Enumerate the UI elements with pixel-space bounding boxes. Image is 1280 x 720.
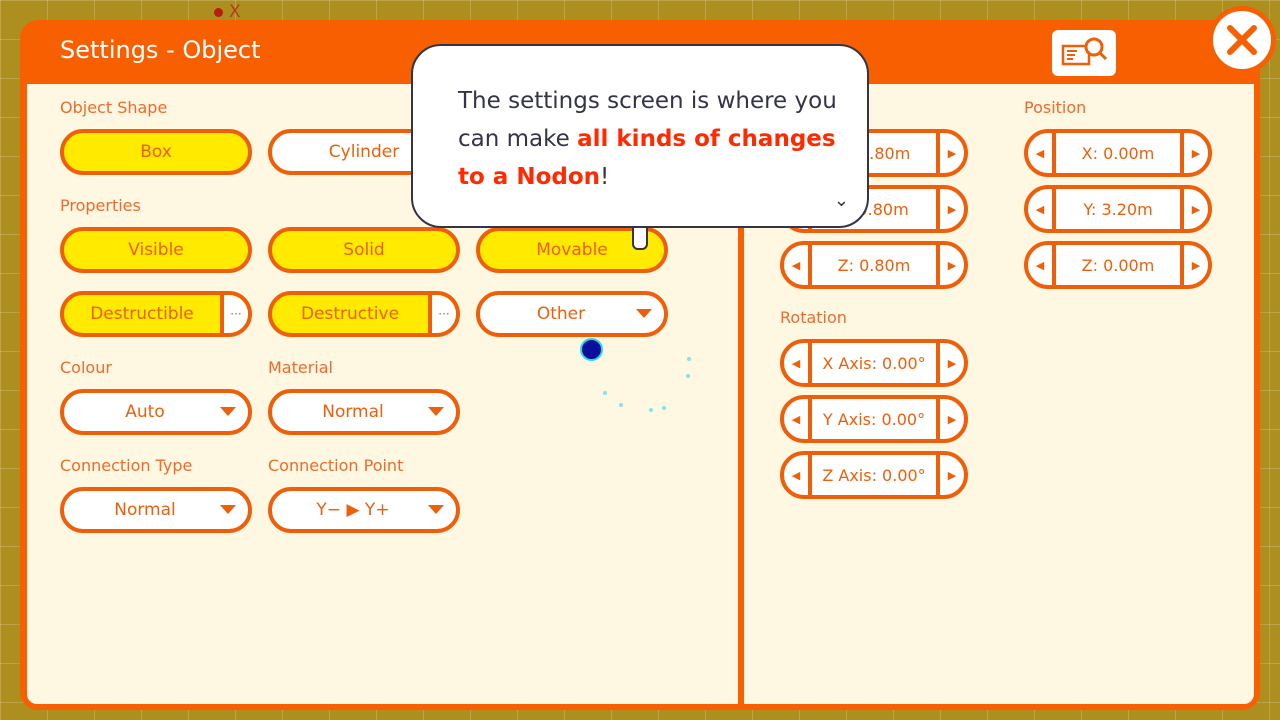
solid-label: Solid: [343, 240, 385, 260]
position-y-stepper[interactable]: ◀ Y: 3.20m ▶: [1024, 185, 1212, 233]
axis-label: X: [229, 2, 241, 22]
destructive-label: Destructive: [300, 304, 400, 324]
increment-arrow-icon[interactable]: ▶: [936, 133, 964, 173]
dropdown-arrow-icon: [636, 309, 652, 318]
increment-arrow-icon[interactable]: ▶: [1180, 133, 1208, 173]
close-icon: [1227, 25, 1257, 55]
tooltip-text-end: !: [600, 164, 610, 190]
dropdown-arrow-icon: [220, 407, 236, 416]
sparkle: [603, 391, 607, 395]
position-label: Position: [1024, 98, 1087, 117]
connection-point-label: Connection Point: [268, 456, 404, 475]
connection-point-value: Y− ▶ Y+: [316, 500, 390, 520]
position-x-stepper[interactable]: ◀ X: 0.00m ▶: [1024, 129, 1212, 177]
colour-label: Colour: [60, 358, 112, 377]
dropdown-arrow-icon: [428, 505, 444, 514]
scale-z-value: Z: 0.80m: [837, 255, 911, 275]
destructive-toggle[interactable]: Destructive ···: [268, 291, 460, 337]
rotation-label: Rotation: [780, 308, 847, 327]
colour-dropdown[interactable]: Auto: [60, 389, 252, 435]
page-title: Settings - Object: [60, 36, 261, 64]
increment-arrow-icon[interactable]: ▶: [936, 245, 964, 285]
sparkle: [662, 406, 666, 410]
rotation-y-value: Y Axis: 0.00°: [822, 409, 926, 429]
material-value: Normal: [322, 402, 384, 422]
movable-label: Movable: [536, 240, 608, 260]
decrement-arrow-icon[interactable]: ◀: [784, 343, 812, 383]
cylinder-label: Cylinder: [328, 142, 400, 162]
pointer-cursor: [580, 338, 603, 361]
position-z-stepper[interactable]: ◀ Z: 0.00m ▶: [1024, 241, 1212, 289]
increment-arrow-icon[interactable]: ▶: [936, 455, 964, 495]
increment-arrow-icon[interactable]: ▶: [936, 189, 964, 229]
decrement-arrow-icon[interactable]: ◀: [784, 455, 812, 495]
solid-toggle[interactable]: Solid: [268, 227, 460, 273]
connection-type-value: Normal: [114, 500, 176, 520]
rotation-z-stepper[interactable]: ◀ Z Axis: 0.00° ▶: [780, 451, 968, 499]
sparkle: [649, 408, 653, 412]
box-label: Box: [140, 142, 172, 162]
object-shape-label: Object Shape: [60, 98, 168, 117]
material-dropdown[interactable]: Normal: [268, 389, 460, 435]
visible-label: Visible: [128, 240, 184, 260]
connection-point-dropdown[interactable]: Y− ▶ Y+: [268, 487, 460, 533]
destructive-more-button[interactable]: ···: [428, 295, 456, 333]
position-x-value: X: 0.00m: [1081, 143, 1155, 163]
position-y-value: Y: 3.20m: [1083, 199, 1153, 219]
decrement-arrow-icon[interactable]: ◀: [1028, 189, 1056, 229]
destructible-toggle[interactable]: Destructible ···: [60, 291, 252, 337]
destructible-more-button[interactable]: ···: [220, 295, 248, 333]
increment-arrow-icon[interactable]: ▶: [1180, 245, 1208, 285]
rotation-x-value: X Axis: 0.00°: [822, 353, 926, 373]
close-button[interactable]: [1208, 6, 1276, 74]
rotation-z-value: Z Axis: 0.00°: [822, 465, 926, 485]
connection-type-dropdown[interactable]: Normal: [60, 487, 252, 533]
chevron-down-icon[interactable]: ⌄: [834, 182, 849, 220]
decrement-arrow-icon[interactable]: ◀: [1028, 245, 1056, 285]
position-z-value: Z: 0.00m: [1081, 255, 1155, 275]
sparkle: [619, 403, 623, 407]
colour-value: Auto: [125, 402, 165, 422]
increment-arrow-icon[interactable]: ▶: [936, 399, 964, 439]
increment-arrow-icon[interactable]: ▶: [1180, 189, 1208, 229]
help-button[interactable]: [1052, 30, 1116, 76]
shape-box-button[interactable]: Box: [60, 129, 252, 175]
tutorial-tooltip[interactable]: The settings screen is where you can mak…: [411, 44, 869, 228]
other-label: Other: [536, 304, 586, 324]
destructible-label: Destructible: [90, 304, 194, 324]
dropdown-arrow-icon: [428, 407, 444, 416]
decrement-arrow-icon[interactable]: ◀: [784, 245, 812, 285]
scale-z-stepper[interactable]: ◀ Z: 0.80m ▶: [780, 241, 968, 289]
decrement-arrow-icon[interactable]: ◀: [784, 399, 812, 439]
sparkle: [686, 374, 690, 378]
material-label: Material: [268, 358, 333, 377]
sparkle: [687, 357, 691, 361]
rotation-x-stepper[interactable]: ◀ X Axis: 0.00° ▶: [780, 339, 968, 387]
properties-label: Properties: [60, 196, 141, 215]
other-dropdown[interactable]: Other: [476, 291, 668, 337]
visible-toggle[interactable]: Visible: [60, 227, 252, 273]
connection-type-label: Connection Type: [60, 456, 193, 475]
axis-marker: X: [214, 2, 241, 22]
increment-arrow-icon[interactable]: ▶: [936, 343, 964, 383]
manual-search-icon: [1061, 37, 1108, 66]
dropdown-arrow-icon: [220, 505, 236, 514]
rotation-y-stepper[interactable]: ◀ Y Axis: 0.00° ▶: [780, 395, 968, 443]
decrement-arrow-icon[interactable]: ◀: [1028, 133, 1056, 173]
